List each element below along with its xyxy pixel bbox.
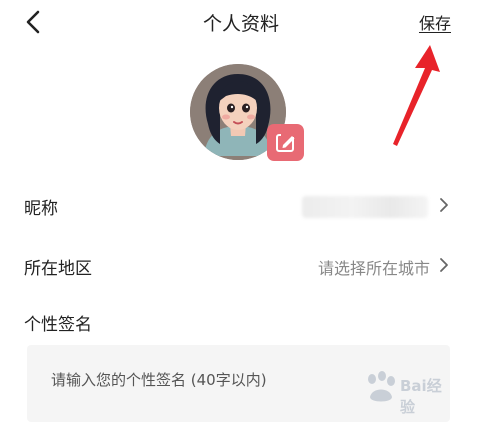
save-button[interactable]: 保存 [419, 10, 451, 34]
signature-label: 个性签名 [24, 315, 92, 335]
nickname-row[interactable]: 昵称 [0, 180, 482, 230]
signature-input-box[interactable]: 请输入您的个性签名 (40字以内) [27, 345, 450, 422]
header-bar: 个人资料 保存 [0, 0, 482, 44]
chevron-right-icon [440, 258, 448, 272]
nickname-label: 昵称 [24, 199, 58, 219]
avatar-button[interactable] [190, 64, 304, 161]
signature-input[interactable]: 请输入您的个性签名 (40字以内) [51, 369, 267, 390]
region-value: 请选择所在城市 [317, 259, 430, 278]
red-arrow-annotation [393, 45, 440, 146]
chevron-right-icon [440, 198, 448, 212]
region-label: 所在地区 [24, 259, 92, 279]
page-title: 个人资料 [202, 13, 279, 35]
nickname-value-blurred [302, 196, 428, 218]
region-row[interactable]: 所在地区 请选择所在城市 [0, 240, 482, 290]
edit-icon [276, 133, 299, 152]
profile-page: 个人资料 保存 昵称 所在地区 请选择所在城市 个性签名 请输入您的个性签名 (… [0, 0, 482, 422]
edit-avatar-button[interactable] [267, 124, 304, 161]
